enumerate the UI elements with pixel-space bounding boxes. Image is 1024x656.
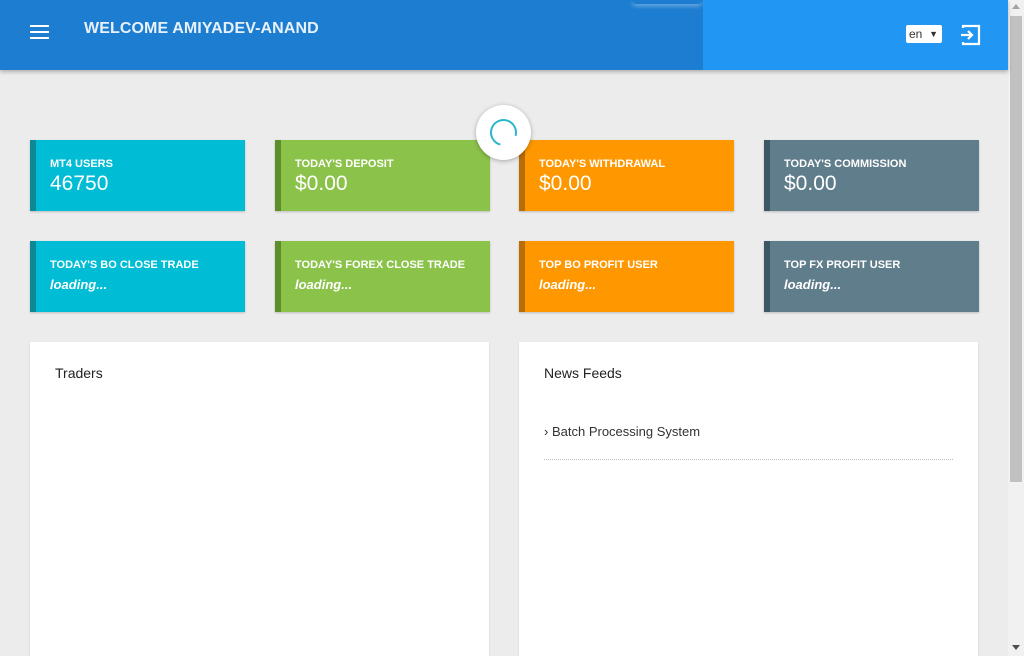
stat-label: TODAY'S COMMISSION [784,158,907,170]
loading-spinner [476,105,531,160]
language-select-value: en [909,27,923,41]
scroll-thumb[interactable] [1010,16,1022,482]
stat-tile-top-bo-profit-user: TOP BO PROFIT USER loading... [519,241,734,312]
stat-tile-bo-close-trade: TODAY'S BO CLOSE TRADE loading... [30,241,245,312]
stat-value: $0.00 [784,172,837,195]
divider [544,459,953,460]
stat-value: $0.00 [539,172,592,195]
welcome-title: WELCOME AMIYADEV-ANAND [84,20,319,37]
stat-label: TOP BO PROFIT USER [539,259,658,271]
stat-tile-mt4-users: MT4 USERS 46750 [30,140,245,211]
stat-loading-text: loading... [295,277,353,292]
scroll-up-arrow-icon[interactable] [1012,4,1020,9]
language-select[interactable]: en ▼ [906,25,942,43]
stat-value: 46750 [50,172,109,195]
stat-loading-text: loading... [784,277,842,292]
stat-label: TODAY'S WITHDRAWAL [539,158,666,170]
stat-label: TODAY'S BO CLOSE TRADE [50,259,199,271]
stat-label: TODAY'S FOREX CLOSE TRADE [295,259,466,271]
stat-tile-todays-deposit: TODAY'S DEPOSIT $0.00 [275,140,490,211]
news-feeds-panel: News Feeds › Batch Processing System [519,342,978,656]
panel-title: Traders [55,365,103,381]
scroll-down-arrow-icon[interactable] [1012,645,1020,650]
stat-tile-todays-withdrawal: TODAY'S WITHDRAWAL $0.00 [519,140,734,211]
news-feed-item-text: Batch Processing System [551,424,701,439]
stat-tile-todays-commission: TODAY'S COMMISSION $0.00 [764,140,979,211]
traders-panel: Traders [30,342,489,656]
stat-label: MT4 USERS [50,158,113,170]
hamburger-menu-icon[interactable] [30,25,50,43]
news-feed-item[interactable]: › Batch Processing System [544,424,700,439]
stat-label: TODAY'S DEPOSIT [295,158,394,170]
panel-title: News Feeds [544,365,622,381]
navbar-glow [632,0,702,4]
stat-value: $0.00 [295,172,348,195]
logout-icon[interactable] [960,24,982,46]
stat-label: TOP FX PROFIT USER [784,259,901,271]
spinner-ring-icon [485,114,522,151]
chevron-right-icon: › [544,424,549,439]
stat-loading-text: loading... [539,277,597,292]
stat-tile-top-fx-profit-user: TOP FX PROFIT USER loading... [764,241,979,312]
caret-down-icon: ▼ [929,29,938,39]
stat-loading-text: loading... [50,277,108,292]
top-navbar: WELCOME AMIYADEV-ANAND en ▼ [0,0,1008,70]
vertical-scrollbar[interactable] [1008,0,1024,656]
stat-tile-forex-close-trade: TODAY'S FOREX CLOSE TRADE loading... [275,241,490,312]
